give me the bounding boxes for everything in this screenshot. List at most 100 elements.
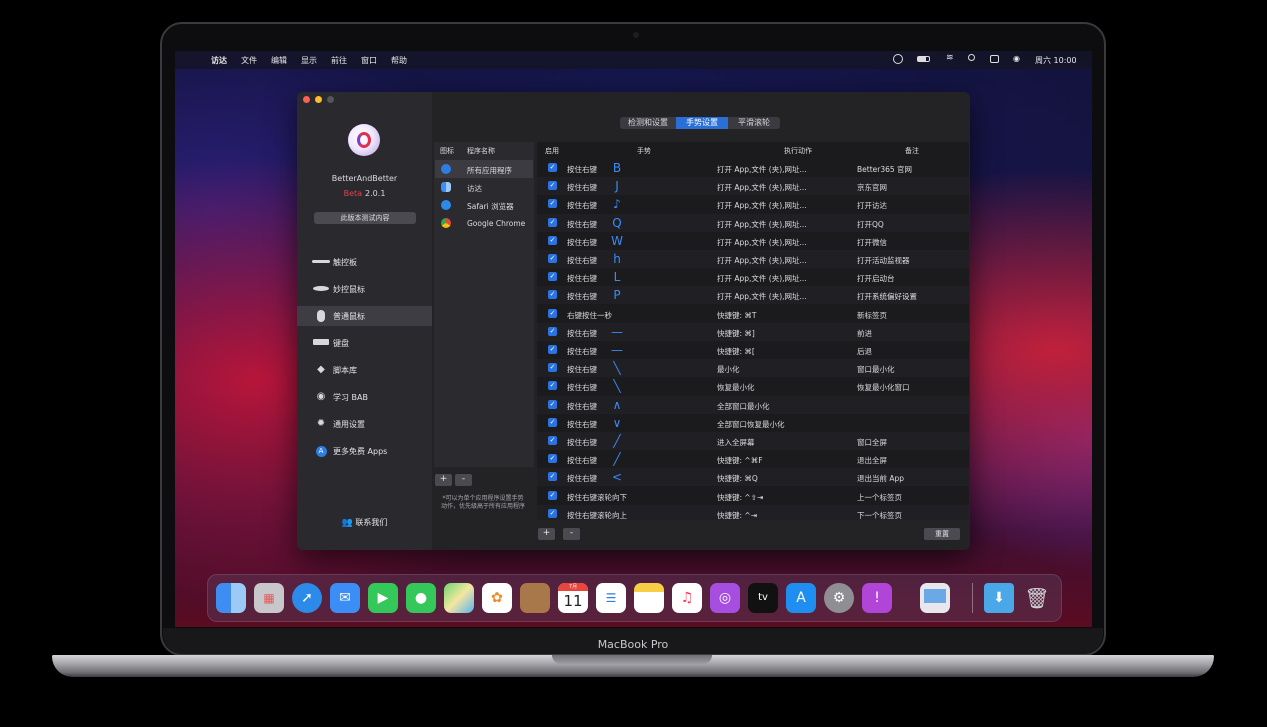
- add-gesture-button[interactable]: +: [538, 528, 555, 540]
- menu-help[interactable]: 帮助: [391, 55, 407, 66]
- remark-cell[interactable]: 窗口最小化: [857, 364, 895, 375]
- action-cell[interactable]: 打开 App,文件 (夹),网址...: [717, 291, 807, 302]
- action-cell[interactable]: 打开 App,文件 (夹),网址...: [717, 200, 807, 211]
- sidebar-item-more-apps[interactable]: A 更多免费 Apps: [297, 441, 432, 461]
- remark-cell[interactable]: 打开QQ: [857, 219, 884, 230]
- enabled-checkbox[interactable]: ✓: [548, 272, 557, 282]
- remark-cell[interactable]: 打开微信: [857, 237, 887, 248]
- sidebar-item-keyboard[interactable]: 键盘: [297, 333, 432, 353]
- wifi-icon[interactable]: ≋: [946, 53, 954, 63]
- remark-cell[interactable]: 下一个标签页: [857, 510, 902, 520]
- system-preferences-icon[interactable]: ⚙: [824, 583, 854, 613]
- table-row[interactable]: ✓ 右键按住一秒 快捷键: ⌘T 新标签页: [537, 305, 969, 323]
- music-icon[interactable]: ♫: [672, 583, 702, 613]
- remark-cell[interactable]: 打开系统偏好设置: [857, 291, 917, 302]
- menu-clock[interactable]: 周六 10:00: [1035, 55, 1077, 66]
- spotlight-search-icon[interactable]: [968, 54, 975, 61]
- calendar-icon[interactable]: 7月 11: [558, 583, 588, 613]
- remove-program-button[interactable]: -: [455, 474, 472, 486]
- enabled-checkbox[interactable]: ✓: [548, 454, 557, 464]
- enabled-checkbox[interactable]: ✓: [548, 363, 557, 373]
- enabled-checkbox[interactable]: ✓: [548, 436, 557, 445]
- enabled-checkbox[interactable]: ✓: [548, 254, 557, 263]
- action-cell[interactable]: 打开 App,文件 (夹),网址...: [717, 219, 807, 230]
- beta-content-button[interactable]: 此版本测试内容: [314, 212, 416, 224]
- action-cell[interactable]: 打开 App,文件 (夹),网址...: [717, 255, 807, 266]
- action-cell[interactable]: 打开 App,文件 (夹),网址...: [717, 237, 807, 248]
- remove-gesture-button[interactable]: -: [563, 528, 580, 540]
- table-row[interactable]: ✓ 按住右键滚轮向上 快捷键: ^⇥ 下一个标签页: [537, 504, 969, 520]
- enabled-checkbox[interactable]: ✓: [548, 308, 557, 318]
- table-row[interactable]: ✓ 按住右键 ∧ 全部窗口最小化: [537, 395, 969, 414]
- table-row[interactable]: ✓ 按住右键 ╱ 进入全屏幕 窗口全屏: [537, 432, 969, 450]
- tab-smooth-scroll[interactable]: 平滑滚轮: [728, 117, 780, 129]
- remark-cell[interactable]: 京东官网: [857, 182, 887, 193]
- table-row[interactable]: ✓ 按住右键 ╱ 快捷键: ^⌘F 退出全屏: [537, 450, 969, 468]
- preview-icon[interactable]: [920, 583, 950, 613]
- table-row[interactable]: ✓ 按住右键 < 快捷键: ⌘Q 退出当前 App: [537, 468, 969, 487]
- facetime-icon[interactable]: ▶: [368, 583, 398, 613]
- remark-cell[interactable]: 窗口全屏: [857, 437, 887, 448]
- menu-edit[interactable]: 编辑: [271, 55, 287, 66]
- action-cell[interactable]: 快捷键: ^⌘F: [717, 455, 763, 466]
- action-cell[interactable]: 打开 App,文件 (夹),网址...: [717, 182, 807, 193]
- action-cell[interactable]: 快捷键: ⌘Q: [717, 473, 758, 484]
- enabled-checkbox[interactable]: ✓: [548, 508, 557, 518]
- enabled-checkbox[interactable]: ✓: [548, 235, 557, 245]
- action-cell[interactable]: 快捷键: ⌘]: [717, 328, 755, 339]
- enabled-checkbox[interactable]: ✓: [548, 181, 557, 191]
- contact-us-button[interactable]: 👥 联系我们: [297, 517, 432, 528]
- remark-cell[interactable]: 恢复最小化窗口: [857, 382, 910, 393]
- sidebar-item-trackpad[interactable]: 触控板: [297, 252, 432, 272]
- table-row[interactable]: ✓ 按住右键 ∨ 全部窗口恢复最小化: [537, 414, 969, 432]
- enabled-checkbox[interactable]: ✓: [548, 472, 557, 482]
- menu-window[interactable]: 窗口: [361, 55, 377, 66]
- messages-icon[interactable]: ●: [406, 583, 436, 613]
- remark-cell[interactable]: 后退: [857, 346, 872, 357]
- enabled-checkbox[interactable]: ✓: [548, 399, 557, 409]
- action-cell[interactable]: 快捷键: ⌘T: [717, 310, 757, 321]
- downloads-folder-icon[interactable]: ⬇: [984, 583, 1014, 613]
- table-row[interactable]: ✓ 按住右键 ╲ 最小化 窗口最小化: [537, 359, 969, 378]
- sidebar-item-learn[interactable]: ◉ 学习 BAB: [297, 387, 432, 407]
- enabled-checkbox[interactable]: ✓: [548, 163, 557, 172]
- program-row-safari[interactable]: Safari 浏览器: [435, 196, 533, 214]
- photos-icon[interactable]: ✿: [482, 583, 512, 613]
- enabled-checkbox[interactable]: ✓: [548, 417, 557, 427]
- menu-file[interactable]: 文件: [241, 55, 257, 66]
- action-cell[interactable]: 打开 App,文件 (夹),网址...: [717, 273, 807, 284]
- apple-tv-icon[interactable]: tv: [748, 583, 778, 613]
- app-store-icon[interactable]: A: [786, 583, 816, 613]
- launchpad-icon[interactable]: ▦: [254, 583, 284, 613]
- reset-button[interactable]: 重置: [924, 528, 960, 540]
- control-center-icon[interactable]: [990, 55, 999, 63]
- table-row[interactable]: ✓ 按住右键 J 打开 App,文件 (夹),网址... 京东官网: [537, 177, 969, 196]
- add-program-button[interactable]: +: [435, 474, 452, 486]
- action-cell[interactable]: 恢复最小化: [717, 382, 755, 393]
- remark-cell[interactable]: 上一个标签页: [857, 492, 902, 503]
- sidebar-item-scripts[interactable]: ◆ 脚本库: [297, 360, 432, 380]
- maps-icon[interactable]: [444, 583, 474, 613]
- remark-cell[interactable]: 新标签页: [857, 310, 887, 321]
- remark-cell[interactable]: 前进: [857, 328, 872, 339]
- table-row[interactable]: ✓ 按住右键 W 打开 App,文件 (夹),网址... 打开微信: [537, 232, 969, 250]
- zoom-window-button[interactable]: [327, 96, 334, 103]
- sidebar-item-general[interactable]: ✹ 通用设置: [297, 414, 432, 434]
- battery-icon[interactable]: [917, 56, 930, 62]
- siri-icon[interactable]: ◉: [1013, 54, 1020, 63]
- enabled-checkbox[interactable]: ✓: [548, 290, 557, 300]
- menu-view[interactable]: 显示: [301, 55, 317, 66]
- finder-icon[interactable]: [216, 583, 246, 613]
- enabled-checkbox[interactable]: ✓: [548, 217, 557, 227]
- minimize-window-button[interactable]: [315, 96, 322, 103]
- action-cell[interactable]: 打开 App,文件 (夹),网址...: [717, 164, 807, 175]
- remark-cell[interactable]: 打开活动监视器: [857, 255, 910, 266]
- table-row[interactable]: ✓ 按住右键 — 快捷键: ⌘] 前进: [537, 322, 969, 341]
- notes-icon[interactable]: [634, 583, 664, 613]
- table-row[interactable]: ✓ 按住右键 h 打开 App,文件 (夹),网址... 打开活动监视器: [537, 250, 969, 268]
- table-row[interactable]: ✓ 按住右键 ♪ 打开 App,文件 (夹),网址... 打开访达: [537, 195, 969, 213]
- remark-cell[interactable]: 退出当前 App: [857, 473, 904, 484]
- safari-icon[interactable]: ➚: [292, 583, 322, 613]
- remark-cell[interactable]: 退出全屏: [857, 455, 887, 466]
- remark-cell[interactable]: Better365 官网: [857, 164, 912, 175]
